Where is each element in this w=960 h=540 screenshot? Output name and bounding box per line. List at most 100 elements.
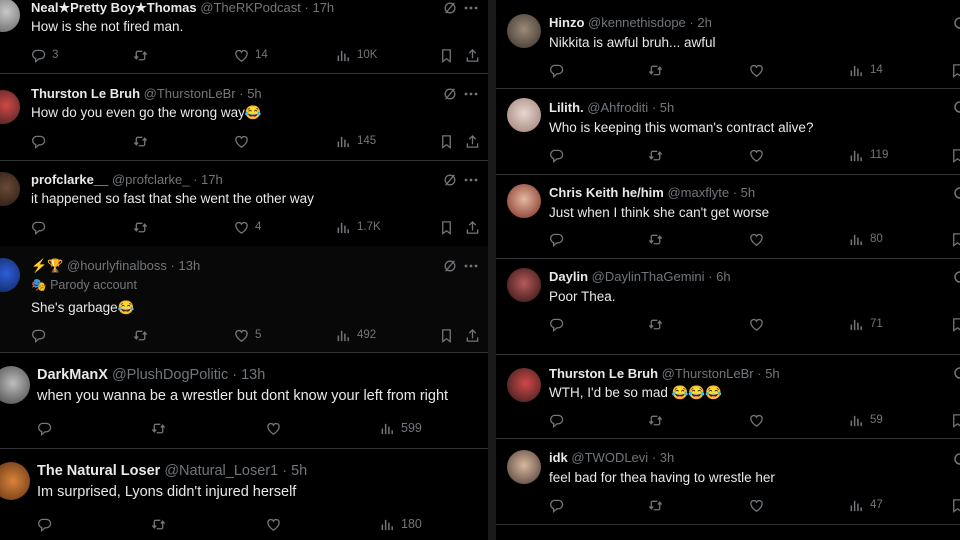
views-button[interactable]: 145 [336, 133, 376, 149]
bookmark-button[interactable] [950, 316, 960, 332]
tweet-card[interactable]: Thurston Le Bruh @ThurstonLeBr · 5h How … [0, 74, 488, 161]
author-name[interactable]: Chris Keith he/him [549, 185, 664, 200]
author-name[interactable]: Hinzo [549, 15, 584, 30]
bookmark-button[interactable] [950, 62, 960, 78]
retweet-button[interactable] [648, 316, 663, 332]
like-button[interactable] [266, 420, 287, 436]
reply-button[interactable] [549, 412, 564, 428]
author-handle[interactable]: @profclarke_ [112, 172, 190, 187]
retweet-button[interactable] [151, 516, 166, 532]
timestamp[interactable]: · 5h [757, 366, 779, 381]
views-button[interactable]: 14 [849, 62, 883, 78]
retweet-button[interactable] [648, 412, 663, 428]
tweet-card[interactable]: The Natural Loser @Natural_Loser1 · 5h I… [0, 448, 488, 540]
author-name[interactable]: Neal★Pretty Boy★Thomas [31, 0, 197, 15]
retweet-button[interactable] [151, 420, 166, 436]
like-button[interactable] [749, 147, 764, 163]
author-handle[interactable]: @Natural_Loser1 [164, 463, 278, 479]
retweet-button[interactable] [133, 327, 148, 343]
share-button[interactable] [465, 327, 480, 343]
author-name[interactable]: ⚡🏆 [31, 258, 63, 273]
reply-button[interactable] [37, 420, 58, 436]
tweet-card[interactable]: Lilith. @Ahfroditi · 5h Who is keeping t… [496, 88, 960, 175]
author-name[interactable]: DarkManX [37, 367, 108, 383]
author-handle[interactable]: @TWODLevi [571, 450, 648, 465]
more-icon[interactable] [463, 259, 479, 273]
tweet-card[interactable]: idk @TWODLevi · 3h feel bad for thea hav… [496, 438, 960, 525]
grok-icon[interactable] [952, 186, 960, 200]
avatar[interactable] [0, 258, 20, 292]
author-handle[interactable]: @DaylinThaGemini [592, 269, 705, 284]
author-name[interactable]: idk [549, 450, 568, 465]
retweet-button[interactable] [648, 231, 663, 247]
avatar[interactable] [507, 98, 541, 132]
retweet-button[interactable] [648, 147, 663, 163]
tweet-card[interactable]: ⚡🏆 @hourlyfinalboss · 13h 🎭 Parody accou… [0, 246, 488, 353]
timestamp[interactable]: · 13h [232, 367, 265, 383]
avatar[interactable] [0, 90, 20, 124]
share-button[interactable] [465, 133, 480, 149]
timestamp[interactable]: · 6h [708, 269, 730, 284]
author-name[interactable]: Lilith. [549, 100, 584, 115]
timestamp[interactable]: · 3h [652, 450, 674, 465]
bookmark-button[interactable] [950, 231, 960, 247]
author-handle[interactable]: @ThurstonLeBr [662, 366, 754, 381]
reply-button[interactable] [549, 62, 564, 78]
bookmark-button[interactable] [439, 47, 454, 63]
author-name[interactable]: The Natural Loser [37, 463, 160, 479]
author-name[interactable]: Daylin [549, 269, 588, 284]
like-button[interactable] [749, 316, 764, 332]
views-button[interactable]: 1.7K [336, 219, 381, 235]
views-button[interactable]: 71 [849, 316, 883, 332]
views-button[interactable]: 80 [849, 231, 883, 247]
author-name[interactable]: Thurston Le Bruh [31, 86, 140, 101]
like-button[interactable] [234, 133, 255, 149]
like-button[interactable] [749, 412, 764, 428]
retweet-button[interactable] [648, 497, 663, 513]
views-button[interactable]: 10K [336, 47, 377, 63]
share-button[interactable] [465, 47, 480, 63]
retweet-button[interactable] [648, 62, 663, 78]
timestamp[interactable]: · 5h [733, 185, 755, 200]
reply-button[interactable] [549, 316, 564, 332]
tweet-card[interactable]: Chris Keith he/him @maxflyte · 5h Just w… [496, 174, 960, 259]
grok-icon[interactable] [952, 270, 960, 284]
more-icon[interactable] [463, 173, 479, 187]
more-icon[interactable] [463, 1, 479, 15]
avatar[interactable] [507, 268, 541, 302]
reply-button[interactable] [549, 231, 564, 247]
tweet-card[interactable]: profclarke__ @profclarke_ · 17h it happe… [0, 160, 488, 247]
grok-icon[interactable] [443, 1, 457, 15]
bookmark-button[interactable] [439, 219, 454, 235]
views-button[interactable]: 599 [380, 420, 422, 436]
like-button[interactable] [749, 231, 764, 247]
avatar[interactable] [0, 0, 20, 32]
author-handle[interactable]: @maxflyte [667, 185, 729, 200]
retweet-button[interactable] [133, 219, 148, 235]
grok-icon[interactable] [443, 87, 457, 101]
avatar[interactable] [507, 450, 541, 484]
avatar[interactable] [0, 462, 30, 500]
grok-icon[interactable] [952, 16, 960, 30]
grok-icon[interactable] [443, 259, 457, 273]
reply-button[interactable]: 3 [31, 47, 58, 63]
retweet-button[interactable] [133, 47, 148, 63]
avatar[interactable] [507, 368, 541, 402]
grok-icon[interactable] [952, 452, 960, 466]
avatar[interactable] [0, 172, 20, 206]
reply-button[interactable] [31, 133, 52, 149]
tweet-card[interactable]: Daylin @DaylinThaGemini · 6h Poor Thea. … [496, 258, 960, 355]
tweet-card[interactable]: DarkManX @PlushDogPolitic · 13h when you… [0, 352, 488, 449]
avatar[interactable] [0, 366, 30, 404]
author-handle[interactable]: @hourlyfinalboss [67, 258, 167, 273]
author-handle[interactable]: @TheRKPodcast [200, 0, 301, 15]
author-handle[interactable]: @ThurstonLeBr [144, 86, 236, 101]
share-button[interactable] [465, 219, 480, 235]
reply-button[interactable] [31, 219, 52, 235]
author-handle[interactable]: @kennethisdope [588, 15, 686, 30]
author-handle[interactable]: @PlushDogPolitic [112, 367, 228, 383]
reply-button[interactable] [549, 147, 564, 163]
tweet-card[interactable]: Neal★Pretty Boy★Thomas @TheRKPodcast · 1… [0, 0, 488, 74]
like-button[interactable] [749, 497, 764, 513]
reply-button[interactable] [37, 516, 58, 532]
